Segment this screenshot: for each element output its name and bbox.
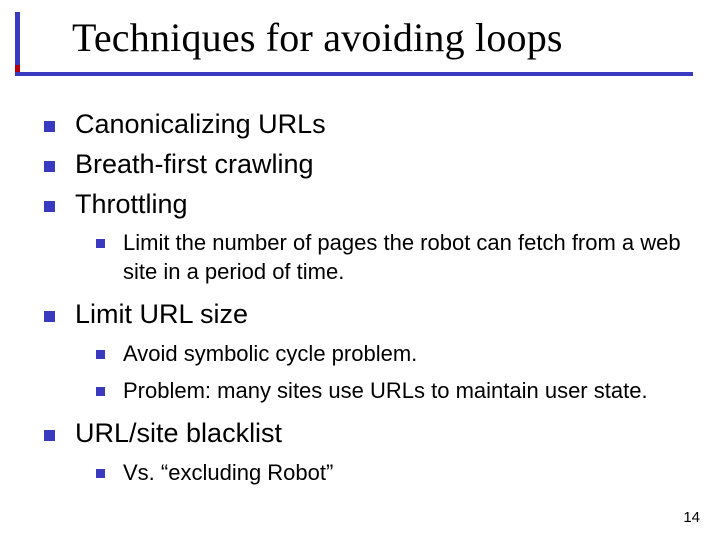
list-item: Limit URL size	[44, 298, 684, 332]
list-item-text: Breath-first crawling	[75, 148, 314, 182]
page-number: 14	[683, 509, 700, 526]
list-item-text: Limit URL size	[75, 298, 248, 332]
sublist-item: Avoid symbolic cycle problem.	[96, 340, 684, 369]
sublist-item-text: Vs. “excluding Robot”	[123, 459, 333, 488]
list-item-text: Throttling	[75, 188, 188, 222]
list-item: Throttling	[44, 188, 684, 222]
slide-body: Canonicalizing URLs Breath-first crawlin…	[44, 108, 684, 494]
list-item-text: URL/site blacklist	[75, 417, 282, 451]
list-item: URL/site blacklist	[44, 417, 684, 451]
square-bullet-icon	[44, 201, 55, 212]
square-bullet-icon	[44, 311, 55, 322]
square-bullet-icon	[96, 469, 105, 478]
list-item-text: Canonicalizing URLs	[75, 108, 326, 142]
square-bullet-icon	[96, 387, 105, 396]
sublist-item: Problem: many sites use URLs to maintain…	[96, 377, 684, 406]
square-bullet-icon	[96, 239, 105, 248]
sublist-item: Limit the number of pages the robot can …	[96, 229, 684, 286]
sublist-item: Vs. “excluding Robot”	[96, 459, 684, 488]
sublist-item-text: Problem: many sites use URLs to maintain…	[123, 377, 648, 406]
sublist-item-text: Avoid symbolic cycle problem.	[123, 340, 417, 369]
square-bullet-icon	[44, 121, 55, 132]
list-item: Breath-first crawling	[44, 148, 684, 182]
slide: Techniques for avoiding loops Canonicali…	[0, 0, 720, 540]
square-bullet-icon	[96, 350, 105, 359]
list-item: Canonicalizing URLs	[44, 108, 684, 142]
square-bullet-icon	[44, 161, 55, 172]
sublist-item-text: Limit the number of pages the robot can …	[123, 229, 684, 286]
accent-bar-horizontal	[15, 72, 693, 76]
slide-title: Techniques for avoiding loops	[72, 14, 563, 61]
square-bullet-icon	[44, 430, 55, 441]
